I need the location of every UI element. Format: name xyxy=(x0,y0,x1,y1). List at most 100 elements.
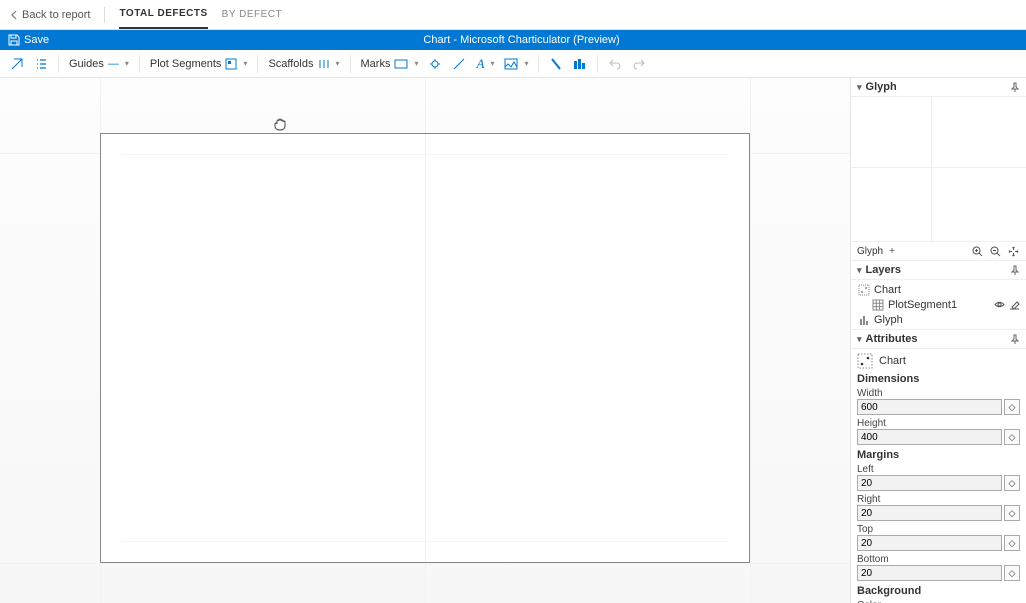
chart-frame[interactable] xyxy=(100,133,750,563)
chevron-down-icon: ▾ xyxy=(857,265,862,276)
scaffolds-label: Scaffolds xyxy=(268,58,313,70)
symbol-mark-icon[interactable] xyxy=(426,55,444,73)
attributes-panel-title: Attributes xyxy=(866,333,918,345)
margin-left-label: Left xyxy=(857,464,1020,475)
glyph-footer-label: Glyph xyxy=(857,246,883,257)
separator xyxy=(139,55,140,73)
glyph-editor[interactable] xyxy=(851,97,1026,242)
width-label: Width xyxy=(857,388,1020,399)
side-panels: ▾ Glyph Glyph + ▾ Layers xyxy=(850,78,1026,603)
bind-data-button[interactable]: ◇ xyxy=(1004,565,1020,581)
bind-data-button[interactable]: ◇ xyxy=(1004,535,1020,551)
image-mark-dropdown[interactable]: ▾ xyxy=(502,58,530,70)
dimensions-section-label: Dimensions xyxy=(857,373,1020,385)
app-title: Chart - Microsoft Charticulator (Preview… xyxy=(57,34,986,46)
redo-button[interactable] xyxy=(630,55,648,73)
layers-panel-title: Layers xyxy=(866,264,901,276)
layer-label: Chart xyxy=(874,284,901,296)
attributes-panel-header[interactable]: ▾ Attributes xyxy=(851,329,1026,349)
layers-panel-header[interactable]: ▾ Layers xyxy=(851,261,1026,280)
data-axis-icon[interactable] xyxy=(547,55,565,73)
layer-plotsegment1[interactable]: PlotSegment1 xyxy=(855,297,1022,312)
canvas-area[interactable] xyxy=(0,78,850,603)
margin-left-input[interactable] xyxy=(857,475,1002,491)
add-glyph-button[interactable]: + xyxy=(889,246,895,257)
region-icon xyxy=(225,58,237,70)
undo-button[interactable] xyxy=(606,55,624,73)
layer-glyph[interactable]: Glyph xyxy=(855,312,1022,327)
pin-icon[interactable] xyxy=(1010,265,1020,275)
chevron-down-icon: ▾ xyxy=(490,59,494,68)
save-label: Save xyxy=(24,34,49,46)
guides-label: Guides xyxy=(69,58,104,70)
glyph-icon xyxy=(857,313,870,326)
layer-label: Glyph xyxy=(874,314,903,326)
layer-label: PlotSegment1 xyxy=(888,299,957,311)
pin-icon[interactable] xyxy=(1010,334,1020,344)
bind-data-button[interactable]: ◇ xyxy=(1004,475,1020,491)
zoom-out-icon[interactable] xyxy=(988,244,1002,258)
height-input[interactable] xyxy=(857,429,1002,445)
center-guide xyxy=(425,134,426,562)
margin-guide xyxy=(121,541,729,542)
width-input[interactable] xyxy=(857,399,1002,415)
grab-cursor-icon xyxy=(272,116,288,132)
eye-icon[interactable] xyxy=(994,299,1005,310)
workspace: ▾ Glyph Glyph + ▾ Layers xyxy=(0,78,1026,603)
guides-dropdown[interactable]: Guides — ▾ xyxy=(67,58,131,70)
chevron-down-icon: ▾ xyxy=(243,59,247,68)
chevron-down-icon: ▾ xyxy=(857,334,862,345)
layers-body: Chart PlotSegment1 Glyph xyxy=(851,280,1026,329)
margins-section-label: Margins xyxy=(857,449,1020,461)
scaffold-icon xyxy=(318,58,330,70)
chevron-down-icon: ▾ xyxy=(857,82,862,93)
glyph-footer: Glyph + xyxy=(851,242,1026,261)
back-label: Back to report xyxy=(22,9,90,21)
margin-top-label: Top xyxy=(857,524,1020,535)
chevron-down-icon: ▾ xyxy=(414,59,418,68)
margin-right-input[interactable] xyxy=(857,505,1002,521)
title-bar: Save Chart - Microsoft Charticulator (Pr… xyxy=(0,30,1026,50)
marks-dropdown[interactable]: Marks ▾ xyxy=(359,58,421,70)
margin-top-input[interactable] xyxy=(857,535,1002,551)
bind-data-button[interactable]: ◇ xyxy=(1004,505,1020,521)
tab-total-defects[interactable]: TOTAL DEFECTS xyxy=(119,0,207,29)
height-label: Height xyxy=(857,418,1020,429)
margin-bottom-label: Bottom xyxy=(857,554,1020,565)
zoom-fit-icon[interactable] xyxy=(1006,244,1020,258)
margin-guide xyxy=(121,154,729,155)
text-mark-icon: A xyxy=(476,56,484,72)
tab-by-defect[interactable]: BY DEFECT xyxy=(222,1,282,28)
save-button[interactable]: Save xyxy=(0,34,57,46)
zoom-in-icon[interactable] xyxy=(970,244,984,258)
separator xyxy=(58,55,59,73)
layer-chart[interactable]: Chart xyxy=(855,282,1022,297)
margin-bottom-input[interactable] xyxy=(857,565,1002,581)
background-section-label: Background xyxy=(857,585,1020,597)
link-tool-icon[interactable] xyxy=(8,55,26,73)
margin-right-label: Right xyxy=(857,494,1020,505)
scaffolds-dropdown[interactable]: Scaffolds ▾ xyxy=(266,58,341,70)
text-mark-dropdown[interactable]: A ▾ xyxy=(474,56,496,72)
line-mark-icon[interactable] xyxy=(450,55,468,73)
breadcrumb-bar: Back to report TOTAL DEFECTS BY DEFECT xyxy=(0,0,1026,30)
chevron-left-icon xyxy=(10,10,18,20)
attributes-body: Chart Dimensions Width ◇ Height ◇ Margin… xyxy=(851,349,1026,603)
nested-chart-icon[interactable] xyxy=(571,55,589,73)
back-to-report-link[interactable]: Back to report xyxy=(10,9,90,21)
erase-icon[interactable] xyxy=(1009,299,1020,310)
bind-data-button[interactable]: ◇ xyxy=(1004,429,1020,445)
chevron-down-icon: ▾ xyxy=(524,59,528,68)
glyph-panel-title: Glyph xyxy=(866,81,897,93)
bind-data-button[interactable]: ◇ xyxy=(1004,399,1020,415)
toolbar: Guides — ▾ Plot Segments ▾ Scaffolds ▾ M… xyxy=(0,50,1026,78)
separator xyxy=(597,55,598,73)
chevron-down-icon: ▾ xyxy=(336,59,340,68)
pin-icon[interactable] xyxy=(1010,82,1020,92)
chevron-down-icon: ▾ xyxy=(125,59,129,68)
list-tool-icon[interactable] xyxy=(32,55,50,73)
separator xyxy=(257,55,258,73)
glyph-panel-header[interactable]: ▾ Glyph xyxy=(851,78,1026,97)
plot-segments-label: Plot Segments xyxy=(150,58,222,70)
plot-segments-dropdown[interactable]: Plot Segments ▾ xyxy=(148,58,250,70)
